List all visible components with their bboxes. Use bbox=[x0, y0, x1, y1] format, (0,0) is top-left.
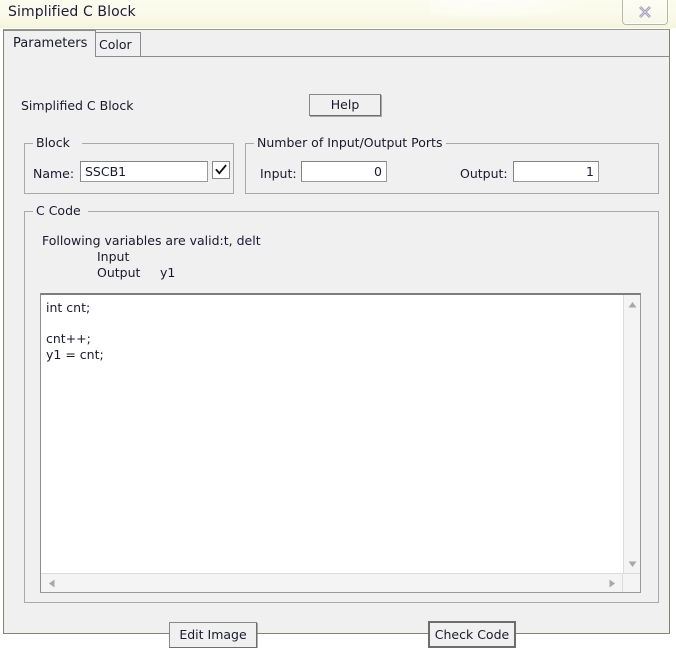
check-code-button[interactable]: Check Code bbox=[428, 621, 516, 648]
window-title: Simplified C Block bbox=[8, 4, 136, 20]
ccode-hint-output-value: y1 bbox=[160, 265, 176, 280]
scrollbar-corner bbox=[622, 573, 640, 592]
dialog-panel: Parameters Color Simplified C Block Help… bbox=[3, 29, 670, 648]
ccode-hint-input: Input bbox=[97, 249, 130, 264]
vertical-scrollbar[interactable] bbox=[623, 295, 640, 574]
ccode-groupbox-title: C Code bbox=[33, 203, 84, 218]
tabstrip-underline bbox=[4, 56, 669, 57]
help-button[interactable]: Help bbox=[309, 94, 381, 116]
groupbox-border-right bbox=[446, 143, 658, 144]
ccode-hint-output: Output bbox=[97, 265, 141, 280]
input-ports-input[interactable] bbox=[301, 161, 387, 182]
page-title: Simplified C Block bbox=[21, 98, 134, 113]
code-textarea[interactable]: int cnt; cnt++; y1 = cnt; bbox=[41, 295, 622, 574]
block-name-checkbox[interactable] bbox=[212, 161, 230, 179]
groupbox-border-right bbox=[82, 143, 233, 144]
triangle-left-icon[interactable] bbox=[44, 574, 61, 593]
horizontal-scrollbar[interactable] bbox=[41, 573, 640, 592]
ccode-hint-variables: Following variables are valid:t, delt bbox=[42, 233, 261, 248]
groupbox-border-left bbox=[25, 143, 33, 144]
code-editor: int cnt; cnt++; y1 = cnt; bbox=[40, 293, 641, 593]
triangle-down-icon[interactable] bbox=[624, 555, 641, 572]
block-name-input[interactable] bbox=[80, 161, 208, 182]
triangle-right-icon[interactable] bbox=[603, 574, 620, 593]
output-ports-label: Output: bbox=[460, 166, 508, 181]
groupbox-border-left bbox=[246, 143, 254, 144]
edit-image-button[interactable]: Edit Image bbox=[169, 622, 257, 648]
tabstrip: Parameters Color bbox=[4, 30, 669, 57]
tab-color[interactable]: Color bbox=[90, 32, 141, 56]
close-x-icon bbox=[623, 4, 667, 20]
groupbox-border-right bbox=[88, 211, 658, 212]
groupbox-border-left bbox=[25, 211, 33, 212]
window-titlebar: Simplified C Block bbox=[0, 0, 676, 28]
input-ports-label: Input: bbox=[260, 166, 297, 181]
close-button[interactable] bbox=[622, 0, 668, 25]
checkmark-icon bbox=[213, 164, 229, 176]
triangle-up-icon[interactable] bbox=[624, 297, 641, 314]
active-tab-underline-cover bbox=[5, 56, 89, 57]
tab-parameters[interactable]: Parameters bbox=[4, 30, 97, 57]
output-ports-input[interactable] bbox=[513, 161, 599, 182]
name-label: Name: bbox=[33, 166, 75, 181]
block-groupbox-title: Block bbox=[33, 135, 73, 150]
ports-groupbox-title: Number of Input/Output Ports bbox=[254, 135, 446, 150]
